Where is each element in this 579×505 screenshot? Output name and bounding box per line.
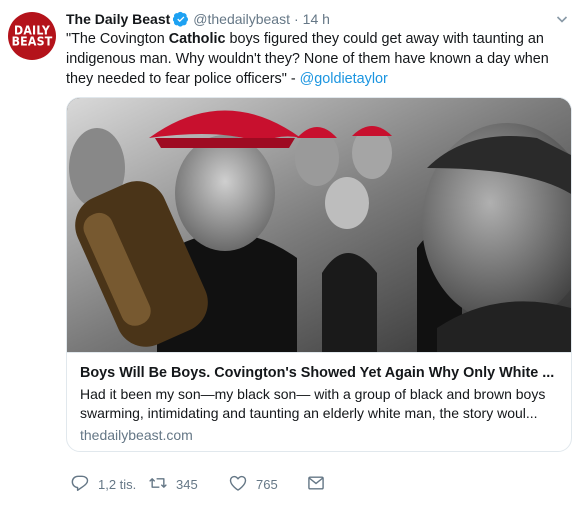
- verified-badge-icon: [172, 11, 189, 27]
- envelope-icon: [306, 473, 326, 496]
- mention-link[interactable]: @goldietaylor: [300, 71, 388, 87]
- card-description-line2: swarming, intimidating and taunting an e…: [80, 405, 538, 421]
- reply-button[interactable]: 1,2 tis.: [70, 472, 136, 496]
- retweet-icon: [148, 473, 168, 496]
- tweet-text: "The Covington Catholic boys figured the…: [66, 29, 571, 89]
- heart-icon: [228, 473, 248, 496]
- photo-icon: [67, 98, 571, 352]
- like-button[interactable]: 765: [228, 472, 278, 496]
- card-description: Had it been my son—my black son— with a …: [80, 385, 564, 423]
- direct-message-button[interactable]: [306, 472, 326, 496]
- avatar-logo-line2: BEAST: [11, 34, 53, 49]
- card-domain: thedailybeast.com: [80, 427, 193, 443]
- tweet-text-part1: "The Covington: [66, 31, 169, 47]
- tweet-timestamp[interactable]: 14 h: [303, 11, 330, 27]
- card-title[interactable]: Boys Will Be Boys. Covington's Showed Ye…: [80, 363, 564, 383]
- author-handle[interactable]: @thedailybeast: [193, 11, 290, 27]
- card-body[interactable]: Boys Will Be Boys. Covington's Showed Ye…: [67, 352, 571, 451]
- tweet-header: The Daily Beast @thedailybeast · 14 h: [66, 9, 330, 29]
- like-count: 765: [256, 476, 278, 492]
- reply-count: 1,2 tis.: [98, 476, 137, 492]
- separator-dot: ·: [293, 11, 299, 27]
- avatar[interactable]: DAILY BEAST: [8, 12, 56, 60]
- tweet-text-bold: Catholic: [168, 31, 226, 47]
- chevron-down-icon[interactable]: [556, 12, 568, 24]
- retweet-count: 345: [176, 476, 198, 492]
- author-name[interactable]: The Daily Beast: [66, 11, 170, 27]
- card-image[interactable]: [67, 98, 571, 352]
- link-card[interactable]: Boys Will Be Boys. Covington's Showed Ye…: [66, 97, 572, 452]
- card-description-line1: Had it been my son—my black son— with a …: [80, 386, 546, 402]
- reply-icon: [70, 473, 90, 496]
- tweet[interactable]: DAILY BEAST The Daily Beast @thedailybea…: [0, 0, 579, 505]
- retweet-button[interactable]: 345: [148, 472, 198, 496]
- tweet-actions: 1,2 tis. 345 765: [66, 472, 516, 496]
